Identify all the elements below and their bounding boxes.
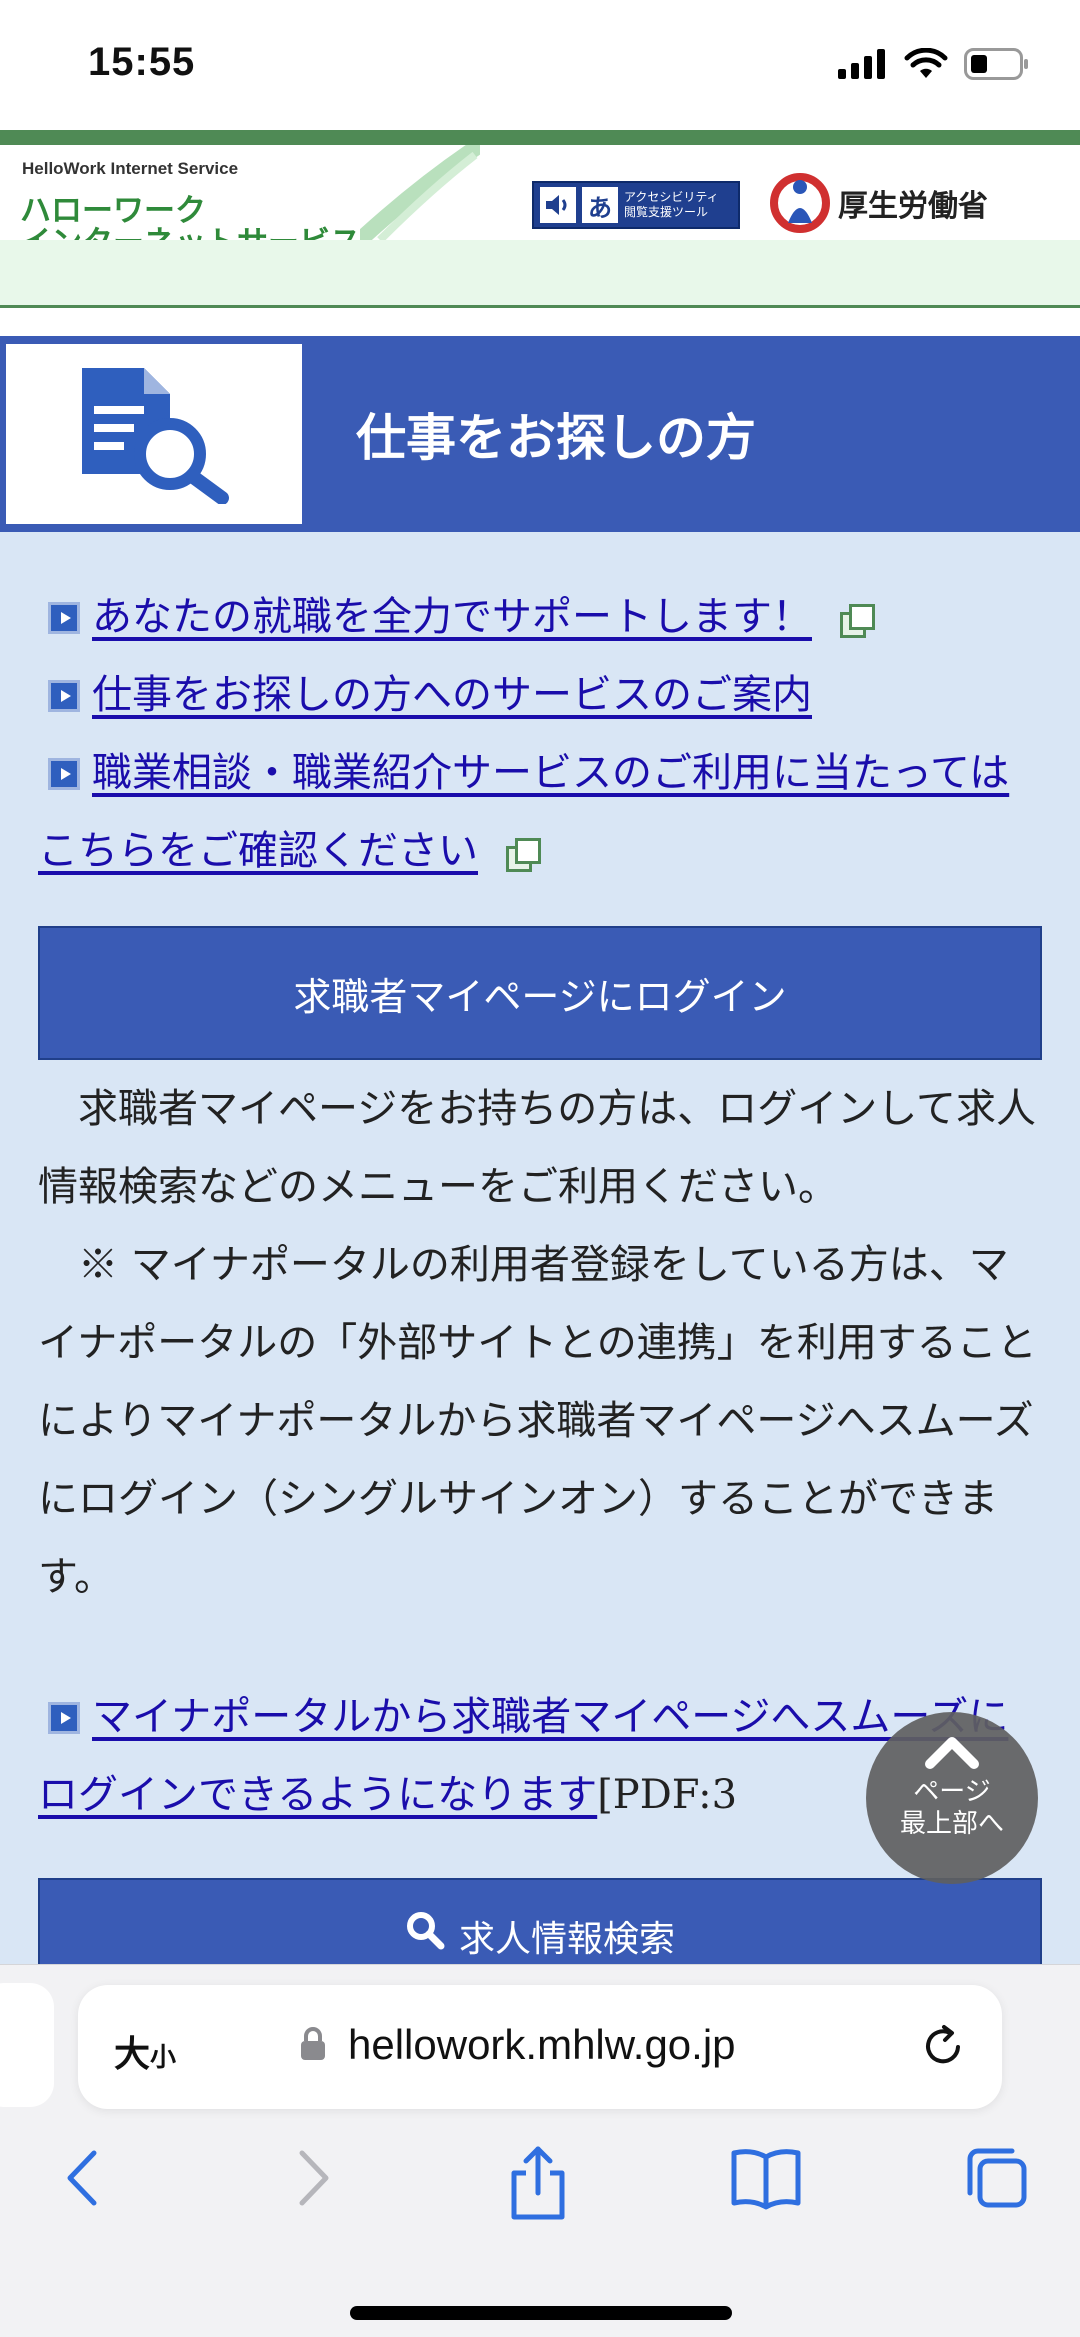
arrow-bullet-icon [48,602,80,634]
hiragana-a-icon: あ [582,187,618,223]
pdf-size-label: [PDF:3 [597,1772,738,1818]
tabs-icon[interactable] [962,2143,1032,2213]
job-search-button[interactable]: 求人情報検索 [38,1878,1042,1978]
previous-tab-preview[interactable] [0,1983,54,2107]
lock-icon [301,2027,325,2060]
mynaportal-sso-pdf-link[interactable]: マイナポータルから求職者マイページへスムーズにログインできるようになります [38,1694,1008,1818]
job-search-label: 求人情報検索 [458,1919,675,1960]
text-size-button[interactable]: 大小 [114,2025,176,2077]
search-icon [406,1912,445,1950]
ministry-emblem-icon [770,173,830,233]
ministry-logo: 厚生労働省 [770,173,988,233]
accessibility-tool-label: アクセシビリティ 閲覧支援ツール [624,190,719,219]
header-swoosh [360,145,480,240]
link-item: 職業相談・職業紹介サービスのご利用に当たってはこちらをご確認ください [38,734,1048,890]
arrow-bullet-icon [48,1702,80,1734]
url-text: hellowork.mhlw.go.jp [348,2021,736,2068]
login-description: 求職者マイページをお持ちの方は、ログインして求人情報検索などのメニューをご利用く… [38,1070,1048,1616]
cellular-signal-icon [838,49,885,79]
status-icons [838,48,1030,80]
page-title: 仕事をお探しの方 [356,408,756,467]
wifi-icon [904,48,948,78]
external-window-icon [840,604,875,638]
hellowork-logo-small: HelloWork Internet Service [22,159,239,178]
status-bar: 15:55 [0,0,1080,130]
full-support-link[interactable]: あなたの就職を全力でサポートします！ [92,594,812,640]
speaker-icon [540,187,576,223]
login-description-paragraph-2: ※ マイナポータルの利用者登録をしている方は、マイナポータルの「外部サイトとの連… [38,1242,1037,1600]
document-search-icon [82,368,229,504]
section-title-band: 仕事をお探しの方 [0,336,1080,532]
header-stripe [0,130,1080,145]
back-to-top-line1: ページ [913,1777,991,1807]
link-item: 仕事をお探しの方へのサービスのご案内 [38,656,1048,734]
header-sub-band [0,240,1080,308]
mypage-login-button[interactable]: 求職者マイページにログイン [38,926,1042,1060]
home-indicator [350,2306,732,2320]
arrow-bullet-icon [48,680,80,712]
link-item: あなたの就職を全力でサポートします！ [38,578,1048,656]
browser-nav-row [0,2143,1080,2253]
hellowork-logo-line2: インターネットサービス [20,217,361,240]
job-search-icon-box [6,344,302,524]
status-time: 15:55 [88,40,196,84]
forward-chevron-icon[interactable] [292,2143,338,2213]
login-description-paragraph-1: 求職者マイページをお持ちの方は、ログインして求人情報検索などのメニューをご利用く… [38,1086,1036,1210]
battery-icon [964,48,1028,80]
accessibility-tool-button[interactable]: あ アクセシビリティ 閲覧支援ツール [532,181,740,229]
bookmarks-book-icon[interactable] [730,2143,802,2213]
ministry-name: 厚生労働省 [838,189,988,224]
back-chevron-icon[interactable] [58,2143,104,2213]
back-to-top-line2: 最上部へ [899,1809,1004,1839]
address-bar[interactable]: 大小 hellowork.mhlw.go.jp [78,1985,1002,2109]
site-header: HelloWork Internet Service ハローワーク インターネッ… [0,130,1080,310]
chevron-up-icon [925,1737,979,1769]
services-guide-link[interactable]: 仕事をお探しの方へのサービスのご案内 [92,672,812,718]
reload-icon[interactable] [920,2023,966,2069]
header-band: HelloWork Internet Service ハローワーク インターネッ… [0,145,1080,240]
share-icon[interactable] [506,2143,570,2223]
browser-toolbar: 大小 hellowork.mhlw.go.jp [0,1964,1080,2337]
external-window-icon [506,838,541,872]
link-list: あなたの就職を全力でサポートします！ 仕事をお探しの方へのサービスのご案内 職業… [38,578,1048,890]
arrow-bullet-icon [48,758,80,790]
back-to-top-button[interactable]: ページ 最上部へ [866,1712,1038,1884]
